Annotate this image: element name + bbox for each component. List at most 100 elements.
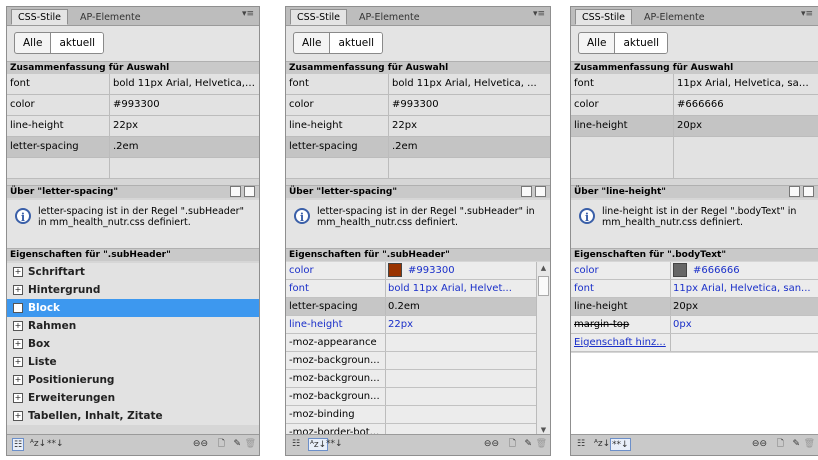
scrollbar-thumb[interactable] — [538, 276, 549, 296]
category-item[interactable]: + Box — [7, 335, 259, 353]
property-row[interactable]: -moz-backgroun... — [286, 370, 537, 388]
attach-stylesheet-icon[interactable]: ⊖⊖ — [483, 438, 500, 451]
summary-row[interactable]: font 11px Arial, Helvetica, san... — [571, 74, 818, 95]
category-item[interactable]: + Hintergrund — [7, 281, 259, 299]
category-view-icon[interactable]: ☷ — [576, 438, 586, 451]
property-value[interactable]: 22px — [388, 316, 534, 333]
current-button[interactable]: aktuell — [614, 33, 668, 53]
property-row[interactable]: color #993300 — [286, 262, 537, 280]
color-swatch[interactable] — [673, 263, 687, 277]
property-row[interactable]: font 11px Arial, Helvetica, san... — [571, 280, 818, 298]
property-value[interactable]: 0px — [673, 316, 815, 333]
summary-row[interactable]: color #666666 — [571, 95, 818, 116]
property-value[interactable]: bold 11px Arial, Helvet... — [388, 280, 534, 297]
new-rule-icon[interactable]: 🗋 — [217, 438, 226, 451]
expand-plus-icon[interactable]: + — [13, 321, 23, 331]
property-row[interactable]: -moz-binding — [286, 406, 537, 424]
summary-row-selected[interactable]: letter-spacing .2em — [286, 137, 550, 158]
property-value[interactable]: #993300 — [388, 262, 534, 279]
category-item[interactable]: + Rahmen — [7, 317, 259, 335]
all-button[interactable]: Alle — [579, 33, 614, 53]
property-row-selected[interactable]: letter-spacing 0.2em — [286, 298, 537, 316]
edit-rule-icon[interactable]: ✎ — [791, 438, 801, 451]
summary-row-selected[interactable]: line-height 20px — [571, 116, 818, 137]
set-properties-view-icon[interactable]: **↓ — [325, 438, 344, 451]
expand-plus-icon[interactable]: + — [13, 375, 23, 385]
summary-row[interactable]: color #993300 — [7, 95, 259, 116]
expand-plus-icon[interactable]: + — [13, 303, 23, 313]
delete-rule-icon[interactable]: 🗑 — [803, 438, 816, 451]
all-button[interactable]: Alle — [294, 33, 329, 53]
property-row[interactable]: color #666666 — [571, 262, 818, 280]
edit-rule-icon[interactable]: ✎ — [523, 438, 533, 451]
tab-css-stile[interactable]: CSS-Stile — [575, 9, 633, 25]
scroll-up-icon[interactable]: ▲ — [537, 262, 550, 274]
category-item-selected[interactable]: + Block — [7, 299, 259, 317]
new-rule-icon[interactable]: 🗋 — [776, 438, 785, 451]
panel-menu-icon[interactable]: ▾≡ — [801, 9, 813, 19]
property-row[interactable]: line-height 22px — [286, 316, 537, 334]
show-definition-icon[interactable] — [535, 186, 546, 197]
delete-rule-icon[interactable]: 🗑 — [244, 438, 257, 451]
expand-plus-icon[interactable]: + — [13, 267, 23, 277]
expand-plus-icon[interactable]: + — [13, 411, 23, 421]
property-row[interactable]: -moz-appearance — [286, 334, 537, 352]
edit-rule-icon[interactable]: ✎ — [232, 438, 242, 451]
all-button[interactable]: Alle — [15, 33, 50, 53]
summary-row-selected[interactable]: letter-spacing .2em — [7, 137, 259, 158]
property-value[interactable]: 20px — [673, 298, 815, 315]
property-scrollbar[interactable]: ▲ ▼ — [536, 262, 550, 436]
expand-plus-icon[interactable]: + — [13, 393, 23, 403]
category-item[interactable]: + Tabellen, Inhalt, Zitate — [7, 407, 259, 425]
property-value[interactable]: #666666 — [673, 262, 815, 279]
category-view-icon[interactable]: ☷ — [12, 438, 25, 451]
tab-ap-elemente[interactable]: AP-Elemente — [637, 9, 712, 25]
property-name: font — [289, 283, 309, 294]
color-swatch[interactable] — [388, 263, 402, 277]
category-view-icon[interactable]: ☷ — [291, 438, 301, 451]
property-row[interactable]: font bold 11px Arial, Helvet... — [286, 280, 537, 298]
summary-row[interactable]: line-height 22px — [7, 116, 259, 137]
tab-ap-elemente[interactable]: AP-Elemente — [352, 9, 427, 25]
category-item[interactable]: + Schriftart — [7, 263, 259, 281]
tab-css-stile[interactable]: CSS-Stile — [11, 9, 69, 25]
current-button[interactable]: aktuell — [329, 33, 383, 53]
alphabetical-view-icon[interactable]: ᴬz↓ — [29, 438, 47, 451]
tab-css-stile[interactable]: CSS-Stile — [290, 9, 348, 25]
property-row[interactable]: margin-top 0px — [571, 316, 818, 334]
summary-row[interactable]: font bold 11px Arial, Helvetica, ... — [286, 74, 550, 95]
summary-row[interactable]: color #993300 — [286, 95, 550, 116]
summary-row[interactable]: line-height 22px — [286, 116, 550, 137]
expand-plus-icon[interactable]: + — [13, 285, 23, 295]
category-item[interactable]: + Liste — [7, 353, 259, 371]
category-item[interactable]: + Positionierung — [7, 371, 259, 389]
set-properties-view-icon[interactable]: **↓ — [610, 438, 631, 451]
category-label: Hintergrund — [28, 284, 101, 296]
summary-row[interactable]: font bold 11px Arial, Helvetica, ... — [7, 74, 259, 95]
expand-plus-icon[interactable]: + — [13, 357, 23, 367]
delete-rule-icon[interactable]: 🗑 — [535, 438, 548, 451]
show-definition-icon[interactable] — [803, 186, 814, 197]
property-row[interactable]: -moz-backgroun... — [286, 388, 537, 406]
set-properties-view-icon[interactable]: **↓ — [46, 438, 65, 451]
show-rule-icon[interactable] — [789, 186, 800, 197]
category-item[interactable]: + Erweiterungen — [7, 389, 259, 407]
tab-ap-elemente[interactable]: AP-Elemente — [73, 9, 148, 25]
property-row[interactable]: -moz-backgroun... — [286, 352, 537, 370]
property-row-selected[interactable]: line-height 20px — [571, 298, 818, 316]
property-value[interactable]: 11px Arial, Helvetica, san... — [673, 280, 815, 297]
new-rule-icon[interactable]: 🗋 — [508, 438, 517, 451]
show-definition-icon[interactable] — [244, 186, 255, 197]
alphabetical-view-icon[interactable]: ᴬz↓ — [593, 438, 611, 451]
property-value[interactable]: 0.2em — [388, 298, 534, 315]
current-button[interactable]: aktuell — [50, 33, 104, 53]
panel-menu-icon[interactable]: ▾≡ — [242, 9, 254, 19]
panel-menu-icon[interactable]: ▾≡ — [533, 9, 545, 19]
add-property-link[interactable]: Eigenschaft hinz... — [574, 334, 668, 351]
show-rule-icon[interactable] — [230, 186, 241, 197]
expand-plus-icon[interactable]: + — [13, 339, 23, 349]
show-rule-icon[interactable] — [521, 186, 532, 197]
attach-stylesheet-icon[interactable]: ⊖⊖ — [192, 438, 209, 451]
property-name: font — [574, 78, 594, 89]
attach-stylesheet-icon[interactable]: ⊖⊖ — [751, 438, 768, 451]
